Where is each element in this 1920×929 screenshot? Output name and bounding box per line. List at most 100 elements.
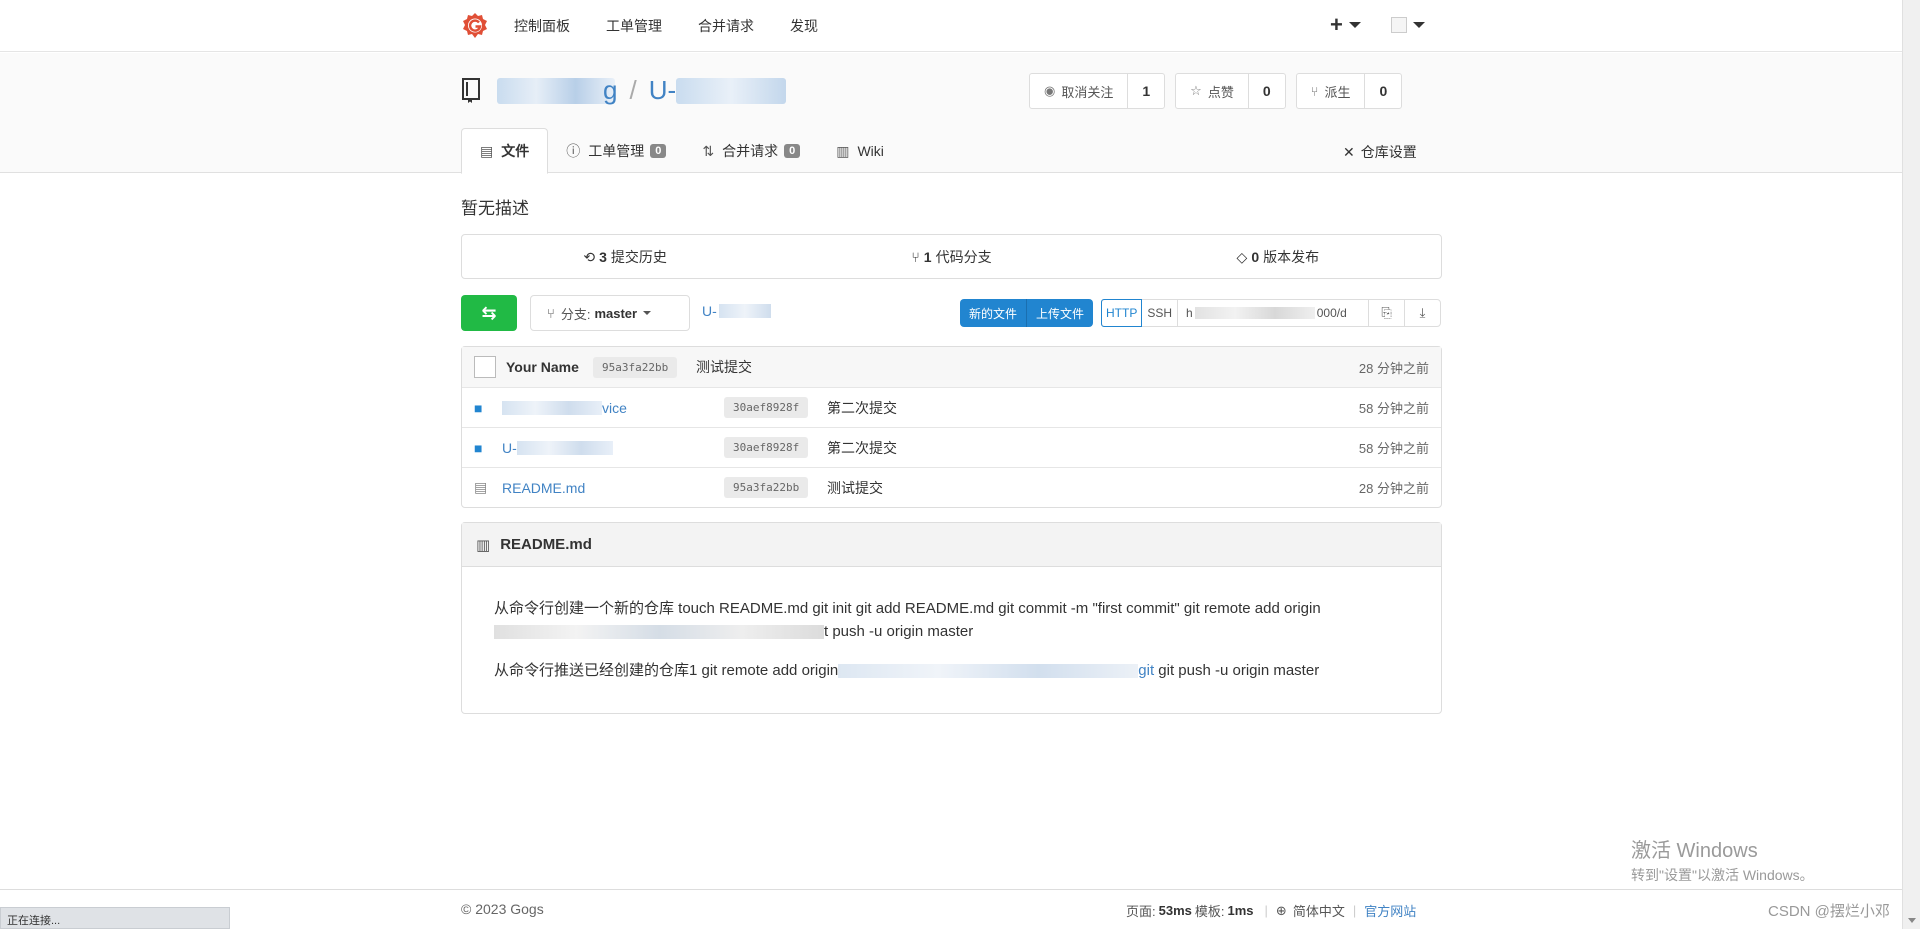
language-selector[interactable]: 简体中文	[1293, 901, 1345, 920]
readme-header: ▥ README.md	[462, 523, 1441, 567]
file-list-table: Your Name 95a3fa22bb 测试提交 28 分钟之前 ■ vice…	[461, 346, 1442, 508]
file-commit-message[interactable]: 测试提交	[827, 478, 883, 498]
user-avatar[interactable]	[1390, 17, 1407, 33]
readme-paragraph: 从命令行推送已经创建的仓库1 git remote add origin git …	[494, 662, 1320, 679]
file-commit-time: 58 分钟之前	[1358, 441, 1429, 456]
readme-git-link[interactable]: git	[1138, 662, 1154, 679]
branch-icon: ⑂	[547, 305, 555, 321]
repo-description: 暂无描述	[461, 199, 529, 218]
repo-tabs: ▤ 文件 ⓘ 工单管理 0 ⇅ 合并请求 0 ▥ Wiki	[461, 128, 902, 174]
chevron-down-icon[interactable]	[1348, 22, 1361, 28]
new-file-button[interactable]: 新的文件	[960, 299, 1028, 327]
book-open-icon: ▥	[476, 536, 491, 554]
repo-book-icon	[462, 77, 480, 103]
file-toolbar: ⇆ ⑂ 分支: master U- 新的文件 上传文件 HTTP SSH h 00…	[461, 295, 1442, 331]
issues-count-badge: 0	[650, 144, 667, 158]
copy-icon[interactable]: ⎘	[1368, 300, 1404, 326]
csdn-watermark: CSDN @摆烂小邓	[1768, 903, 1890, 920]
user-menu-area: +	[1330, 12, 1425, 38]
commit-author-avatar[interactable]	[474, 356, 496, 378]
page-footer: © 2023 Gogs 页面: 53ms 模板: 1ms | ⊕ 简体中文 | 官方…	[0, 889, 1902, 929]
releases-stat[interactable]: ◇ 0 版本发布	[1115, 247, 1441, 267]
repo-name-blurred[interactable]	[676, 77, 787, 104]
chevron-down-icon	[643, 311, 652, 315]
ssh-clone-button[interactable]: SSH	[1142, 300, 1179, 326]
latest-commit-row: Your Name 95a3fa22bb 测试提交 28 分钟之前	[462, 347, 1441, 387]
main-nav: 控制面板 工单管理 合并请求 发现	[514, 0, 854, 52]
file-icon: ▤	[480, 142, 494, 159]
file-name-link[interactable]: U-	[502, 440, 613, 456]
footer-info: 页面: 53ms 模板: 1ms | ⊕ 简体中文 | 官方网站	[1126, 901, 1417, 920]
file-commit-time: 58 分钟之前	[1358, 401, 1429, 416]
folder-icon: ■	[474, 399, 483, 416]
tools-icon: ✕	[1343, 143, 1355, 160]
file-text-icon: ▤	[474, 479, 488, 495]
star-count[interactable]: 0	[1249, 74, 1285, 108]
windows-activation-overlay: 激活 Windows 转到"设置"以激活 Windows。	[1631, 840, 1814, 883]
scroll-down-icon[interactable]	[1908, 918, 1916, 923]
chevron-down-icon[interactable]	[1412, 22, 1425, 28]
tab-pulls[interactable]: ⇅ 合并请求 0	[684, 128, 818, 174]
star-button[interactable]: ☆ 点赞 0	[1175, 73, 1286, 109]
vertical-scrollbar[interactable]	[1902, 0, 1920, 929]
file-commit-time: 28 分钟之前	[1358, 481, 1429, 496]
repo-title: g / U-	[461, 75, 787, 106]
unwatch-button[interactable]: ◉ 取消关注 1	[1029, 73, 1166, 109]
fork-button[interactable]: ⑂ 派生 0	[1295, 73, 1403, 109]
star-icon: ☆	[1190, 83, 1202, 98]
branch-icon: ⑂	[911, 248, 920, 265]
commit-time: 28 分钟之前	[1358, 360, 1429, 376]
nav-pulls[interactable]: 合并请求	[698, 16, 754, 36]
repo-name-link[interactable]: U-	[649, 75, 676, 106]
repo-stats-bar: ⟲ 3 提交历史 ⑂ 1 代码分支 ◇ 0 版本发布	[461, 234, 1442, 279]
commits-stat[interactable]: ⟲ 3 提交历史	[462, 247, 788, 267]
file-commit-sha[interactable]: 30aef8928f	[724, 437, 809, 458]
commit-message[interactable]: 测试提交	[696, 357, 752, 377]
clone-url-input[interactable]: h 000/d	[1178, 300, 1368, 326]
readme-paragraph: 从命令行创建一个新的仓库 touch README.md git init gi…	[494, 600, 1321, 640]
file-commit-sha[interactable]: 30aef8928f	[724, 397, 809, 418]
eye-icon: ◉	[1044, 83, 1056, 98]
official-site-link[interactable]: 官方网站	[1364, 901, 1416, 920]
repo-header: g / U- ◉ 取消关注 1 ☆ 点赞 0 ⑂ 派生 0 ▤ 文件 ⓘ 工单管理 0…	[0, 53, 1902, 174]
fork-icon: ⑂	[1310, 83, 1319, 99]
nav-issues[interactable]: 工单管理	[606, 16, 662, 36]
repo-owner-tail[interactable]: g	[603, 75, 617, 106]
nav-dashboard[interactable]: 控制面板	[514, 16, 570, 36]
footer-copyright: © 2023 Gogs	[461, 901, 544, 917]
http-clone-button[interactable]: HTTP	[1101, 299, 1143, 327]
browser-status-bar: 正在连接...	[0, 907, 230, 929]
pull-request-icon: ⇅	[702, 142, 715, 159]
tab-wiki[interactable]: ▥ Wiki	[818, 128, 902, 174]
globe-icon: ⊕	[1275, 902, 1287, 918]
file-name-link[interactable]: README.md	[502, 480, 585, 496]
commit-sha[interactable]: 95a3fa22bb	[593, 356, 678, 378]
compare-icon: ⇆	[481, 302, 497, 323]
file-commit-message[interactable]: 第二次提交	[827, 398, 897, 418]
table-row: ▤ README.md 95a3fa22bb 测试提交 28 分钟之前	[462, 467, 1441, 507]
tab-settings[interactable]: ✕ 仓库设置	[1343, 142, 1417, 162]
nav-explore[interactable]: 发现	[790, 16, 818, 36]
file-commit-sha[interactable]: 95a3fa22bb	[724, 477, 809, 498]
repo-owner-link[interactable]	[497, 77, 615, 104]
plus-icon[interactable]: +	[1330, 12, 1343, 38]
commit-author[interactable]: Your Name	[506, 359, 579, 375]
path-separator: /	[629, 75, 637, 105]
branches-stat[interactable]: ⑂ 1 代码分支	[788, 247, 1114, 267]
fork-count[interactable]: 0	[1365, 74, 1401, 108]
book-open-icon: ▥	[836, 142, 850, 159]
tab-issues[interactable]: ⓘ 工单管理 0	[548, 128, 684, 174]
branch-dropdown[interactable]: ⑂ 分支: master	[530, 295, 690, 331]
file-commit-message[interactable]: 第二次提交	[827, 438, 897, 458]
repo-action-buttons: ◉ 取消关注 1 ☆ 点赞 0 ⑂ 派生 0	[1029, 73, 1412, 109]
watch-count[interactable]: 1	[1128, 74, 1164, 108]
breadcrumb[interactable]: U-	[702, 303, 771, 319]
gogs-logo-icon[interactable]	[461, 12, 489, 40]
compare-button[interactable]: ⇆	[461, 295, 517, 331]
issue-icon: ⓘ	[566, 143, 581, 159]
history-icon: ⟲	[583, 248, 596, 265]
file-name-link[interactable]: vice	[502, 400, 627, 416]
upload-file-button[interactable]: 上传文件	[1027, 299, 1094, 327]
tab-files[interactable]: ▤ 文件	[461, 128, 549, 174]
download-icon[interactable]: ⤓	[1404, 300, 1440, 326]
